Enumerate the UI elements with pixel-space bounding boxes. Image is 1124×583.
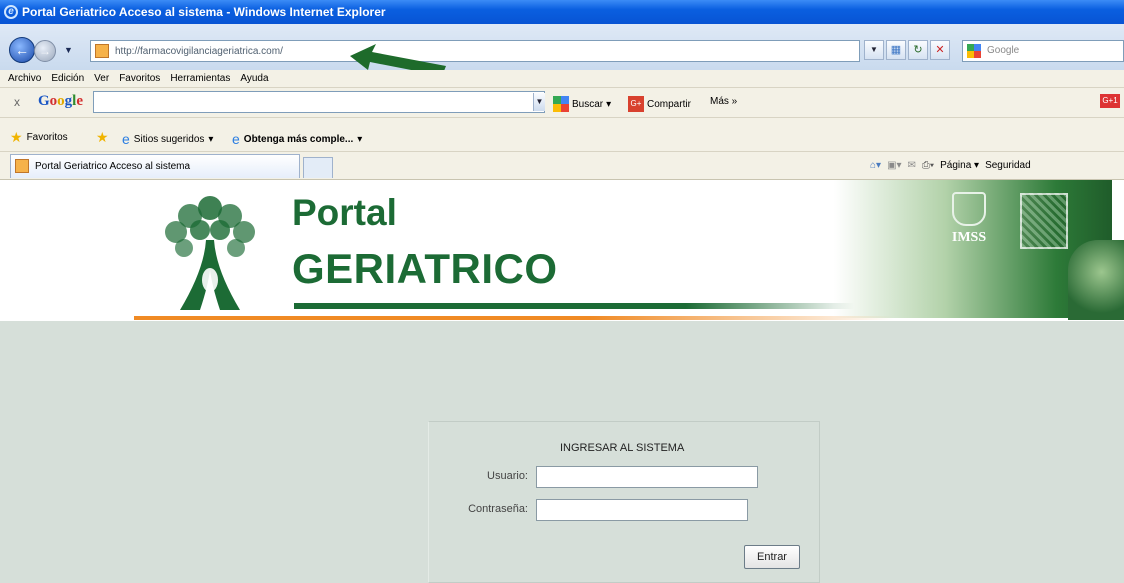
window-title-bar: e Portal Geriatrico Acceso al sistema - … bbox=[0, 0, 1124, 24]
home-icon[interactable]: ⌂▾ bbox=[870, 160, 881, 171]
ie-page-icon: e bbox=[232, 131, 240, 147]
login-heading: INGRESAR AL SISTEMA bbox=[560, 442, 685, 454]
address-url: http://farmacovigilanciageriatrica.com/ bbox=[115, 46, 283, 57]
favoritos-label: Favoritos bbox=[26, 131, 68, 143]
orange-stripe bbox=[134, 316, 894, 320]
tree-logo-icon bbox=[165, 196, 255, 310]
compartir-button[interactable]: G+ Compartir bbox=[628, 96, 691, 112]
banner-stripes bbox=[134, 303, 1112, 321]
menu-archivo[interactable]: Archivo bbox=[8, 73, 41, 87]
search-box[interactable]: Google bbox=[962, 40, 1124, 62]
usuario-label: Usuario: bbox=[487, 470, 528, 482]
seguridad-menu[interactable]: Seguridad bbox=[985, 160, 1031, 171]
unam-seal-icon bbox=[1020, 193, 1068, 249]
compartir-label: Compartir bbox=[647, 98, 691, 110]
usuario-input[interactable] bbox=[536, 466, 758, 488]
ie-icon: e bbox=[122, 131, 130, 147]
tab-portal[interactable]: Portal Geriatrico Acceso al sistema bbox=[10, 154, 300, 178]
history-dropdown-icon[interactable]: ▼ bbox=[64, 45, 73, 55]
sitios-sugeridos-button[interactable]: e Sitios sugeridos ▾ bbox=[122, 131, 213, 147]
buscar-label: Buscar bbox=[572, 98, 604, 110]
contrasena-input[interactable] bbox=[536, 499, 748, 521]
obtenga-label: Obtenga más comple... bbox=[243, 133, 354, 145]
back-arrow-icon: ← bbox=[15, 42, 29, 58]
pagina-menu[interactable]: Página ▾ bbox=[940, 160, 979, 171]
buscar-button[interactable]: Buscar ▾ bbox=[553, 96, 611, 112]
google-logo: Google bbox=[38, 93, 84, 109]
menu-bar: Archivo Edición Ver Favoritos Herramient… bbox=[0, 70, 1124, 88]
imss-shield-icon bbox=[952, 192, 986, 226]
chevron-down-icon: ▾ bbox=[357, 133, 363, 145]
ie-logo-icon: e bbox=[4, 5, 18, 19]
chevron-down-icon: ▾ bbox=[606, 98, 612, 110]
feeds-icon[interactable]: ▣▾ bbox=[887, 160, 901, 171]
mas-label: Más » bbox=[710, 96, 738, 107]
menu-herramientas[interactable]: Herramientas bbox=[170, 73, 230, 87]
address-bar[interactable]: http://farmacovigilanciageriatrica.com/ bbox=[90, 40, 860, 62]
stop-icon[interactable]: ✕ bbox=[930, 40, 950, 60]
search-placeholder: Google bbox=[987, 45, 1020, 56]
green-stripe bbox=[294, 303, 854, 309]
command-bar: ⌂▾ ▣▾ ✉ ⎙▾ Página ▾ Seguridad bbox=[870, 160, 1031, 171]
mas-button[interactable]: Más » bbox=[710, 96, 737, 107]
add-favorite-icon: ★ bbox=[96, 129, 109, 145]
address-dropdown-icon[interactable]: ▼ bbox=[864, 40, 884, 60]
forward-button[interactable]: → bbox=[34, 40, 56, 62]
compatibility-view-icon[interactable]: ▦ bbox=[886, 40, 906, 60]
contrasena-label: Contraseña: bbox=[468, 503, 528, 515]
menu-ver[interactable]: Ver bbox=[94, 73, 109, 87]
google-search-input[interactable] bbox=[93, 91, 545, 113]
google-buscar-icon bbox=[553, 96, 569, 112]
chevron-down-icon: ▾ bbox=[208, 133, 214, 145]
imss-text: IMSS bbox=[951, 230, 987, 245]
entrar-button[interactable]: Entrar bbox=[744, 545, 800, 569]
sitios-label: Sitios sugeridos bbox=[133, 133, 205, 145]
new-tab-button[interactable] bbox=[303, 157, 333, 178]
obtenga-button[interactable]: e Obtenga más comple... ▾ bbox=[232, 131, 362, 147]
gplus-button[interactable]: G+1 bbox=[1100, 94, 1120, 108]
address-toolbar-icons: ▼ ▦ ↻ ✕ bbox=[864, 40, 950, 62]
share-icon: G+ bbox=[628, 96, 644, 112]
site-favicon-icon bbox=[95, 44, 109, 58]
favoritos-button[interactable]: ★ Favoritos bbox=[10, 129, 68, 145]
refresh-icon[interactable]: ↻ bbox=[908, 40, 928, 60]
menu-edicion[interactable]: Edición bbox=[51, 73, 84, 87]
menu-favoritos[interactable]: Favoritos bbox=[119, 73, 160, 87]
portal-title-line2: GERIATRICO bbox=[292, 245, 558, 292]
tab-title: Portal Geriatrico Acceso al sistema bbox=[35, 161, 191, 172]
mail-icon[interactable]: ✉ bbox=[908, 160, 916, 171]
close-toolbar-icon[interactable]: x bbox=[14, 95, 20, 109]
add-favorite-button[interactable]: ★ bbox=[96, 129, 109, 145]
print-icon[interactable]: ⎙▾ bbox=[922, 160, 934, 171]
google-search-icon bbox=[967, 44, 981, 58]
back-button[interactable]: ← bbox=[9, 37, 35, 63]
imss-logo: IMSS bbox=[946, 192, 992, 260]
portal-title-line1: Portal bbox=[292, 192, 397, 233]
star-icon: ★ bbox=[10, 129, 23, 145]
google-search-dropdown-icon[interactable]: ▼ bbox=[533, 93, 545, 111]
elderly-person-photo bbox=[1068, 240, 1124, 320]
window-title: Portal Geriatrico Acceso al sistema - Wi… bbox=[22, 5, 386, 19]
site-favicon-icon bbox=[15, 159, 29, 173]
menu-ayuda[interactable]: Ayuda bbox=[240, 73, 268, 87]
forward-arrow-icon: → bbox=[39, 44, 51, 58]
